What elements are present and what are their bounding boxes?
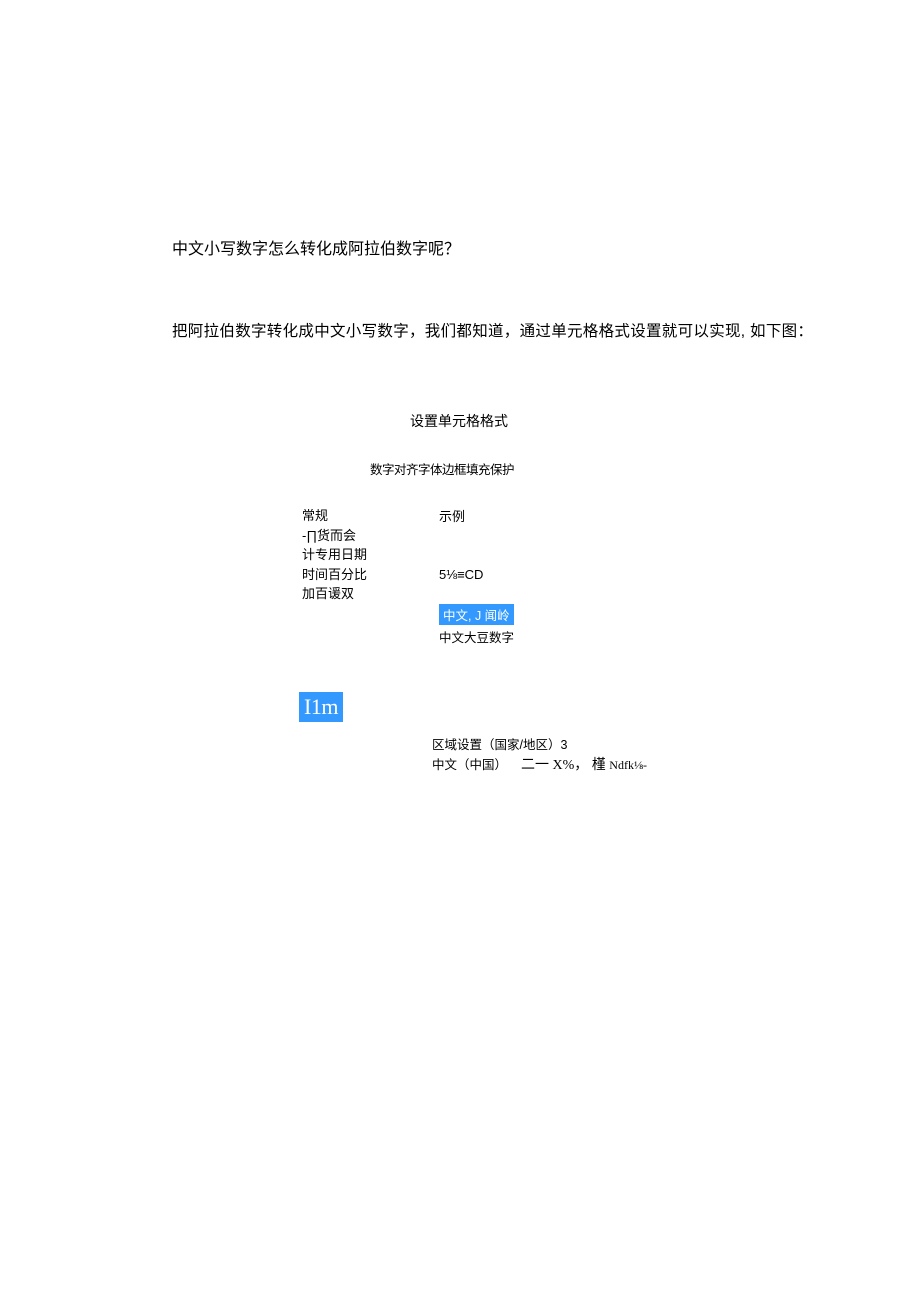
trailing-text: 二一 X%， 槿 Ndfk⅛-: [521, 755, 647, 776]
document-heading: 中文小写数字怎么转化成阿拉伯数字呢？: [172, 235, 820, 259]
example-label: 示例: [439, 506, 514, 525]
category-list[interactable]: 常规 -∏货而会 计专用日期 时间百分比 加百谖双: [302, 506, 367, 646]
type-option-selected[interactable]: 中文, J 闻岭: [439, 604, 514, 625]
dialog-section: 设置单元格格式 数字对齐字体边框填充保护 常规 -∏货而会 计专用日期 时间百分…: [302, 411, 820, 776]
region-block: 区域设置（国家/地区）3 中文（中国） 二一 X%， 槿 Ndfk⅛-: [432, 736, 820, 776]
category-item[interactable]: 时间百分比: [302, 565, 367, 585]
region-label: 区域设置（国家/地区）3: [432, 736, 820, 755]
dialog-title: 设置单元格格式: [410, 411, 820, 431]
document-description: 把阿拉伯数字转化成中文小写数字，我们都知道，通过单元格格式设置就可以实现, 如下…: [172, 319, 820, 341]
dialog-tabs[interactable]: 数字对齐字体边框填充保护: [370, 459, 820, 478]
category-item[interactable]: -∏货而会: [302, 526, 367, 546]
category-item[interactable]: 计专用日期: [302, 545, 367, 565]
badge: I1m: [299, 692, 343, 722]
category-item[interactable]: 加百谖双: [302, 584, 367, 604]
region-locale[interactable]: 中文（中国）: [432, 756, 507, 775]
type-option[interactable]: 中文大豆数字: [439, 627, 514, 646]
category-item[interactable]: 常规: [302, 506, 367, 526]
type-value: 5⅛≡CD: [439, 567, 514, 582]
